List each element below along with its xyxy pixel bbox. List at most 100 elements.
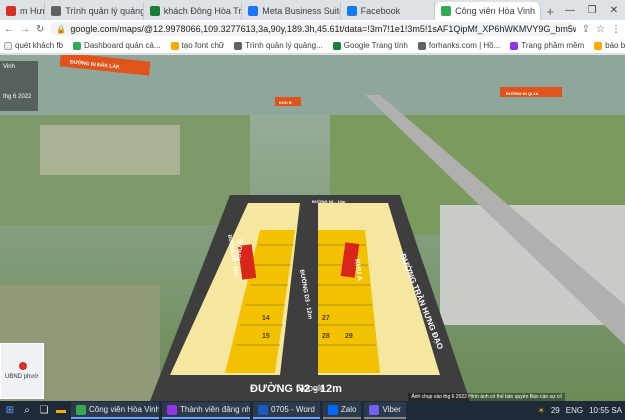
taskbar-app-label: Thành viên đăng nhậ... (180, 405, 250, 414)
tab-label: Trình quản lý quảng (65, 6, 144, 16)
tab-1[interactable]: Trình quản lý quảng (45, 2, 144, 20)
bookmark-item[interactable]: tạo font chữ (170, 41, 225, 50)
viber-icon (369, 404, 380, 415)
tab-favicon (6, 6, 16, 16)
photo-title: Vinh (3, 64, 15, 70)
lock-icon: 🔒 (56, 24, 67, 34)
taskbar-app[interactable]: Zalo (322, 402, 362, 419)
bookmark-label: Dashboard quản cá... (84, 41, 161, 50)
weather-temp[interactable]: 29 (551, 406, 560, 415)
tab-favicon (346, 6, 357, 16)
forward-icon[interactable]: → (20, 24, 30, 35)
reload-icon[interactable]: ↻ (36, 24, 44, 35)
bookmark-label: Google Trang tính (343, 41, 408, 50)
browser-toolbar: ← → ↻ 🔒 google.com/maps/@12.9978066,109.… (0, 20, 625, 38)
bookmark-item[interactable]: Trình quản lý quảng... (234, 41, 323, 50)
tab-label: Facebook (360, 6, 401, 16)
browser-tab-strip: m Hưng Trình quản lý quảng khách Đông Hò… (0, 0, 625, 20)
bookmark-label: Trang phầm mềm (521, 41, 585, 50)
star-icon[interactable]: ☆ (596, 24, 605, 35)
search-icon[interactable]: ⌕ (20, 404, 34, 418)
lot-number: 29 (345, 333, 353, 340)
tab-favicon (248, 6, 259, 16)
bookmark-icon (73, 41, 82, 50)
sign-right: ĐƯỜNG ĐI QL1A (506, 91, 539, 96)
lot-number: 15 (262, 333, 270, 340)
tab-favicon (149, 6, 160, 16)
bookmark-icon (510, 41, 519, 50)
taskbar-app[interactable]: Thành viên đăng nhậ... (162, 402, 250, 419)
bookmark-item[interactable]: Google Trang tính (332, 41, 408, 50)
aerial-image: KHU B KHU A ĐƯỜNG D3 - 12m ĐƯỜNG D5 - 13… (0, 55, 625, 401)
tab-label: Meta Business Suite (262, 6, 341, 16)
minimize-icon[interactable]: — (559, 5, 581, 16)
bookmark-icon (594, 41, 603, 50)
taskbar-app-label: Viber (382, 405, 401, 414)
file-explorer-icon[interactable]: ▬ (54, 404, 68, 418)
minimap[interactable]: UBND phườ (0, 343, 44, 399)
zalo-icon (327, 404, 338, 415)
tab-3[interactable]: Meta Business Suite (242, 2, 341, 20)
new-tab-button[interactable]: + (541, 2, 559, 20)
taskbar: ⊞ ⌕ ❏ ▬ Công viên Hòa Vinh -... Thành vi… (0, 401, 625, 420)
lot-number: 28 (322, 333, 330, 340)
bookmark-item[interactable]: quét khách fb (4, 41, 63, 50)
bookmark-item[interactable]: Trang phầm mềm (510, 41, 584, 50)
bookmark-item[interactable]: báo bốc (594, 41, 625, 50)
language-indicator[interactable]: ENG (566, 406, 583, 415)
app-icon (167, 404, 177, 415)
tab-4[interactable]: Facebook (341, 2, 436, 20)
bookmark-label: Trình quản lý quảng... (245, 41, 323, 50)
tab-2[interactable]: khách Đông Hòa Trun (144, 2, 243, 20)
tab-label: Công viên Hòa Vinh (455, 6, 535, 16)
tab-0[interactable]: m Hưng (0, 2, 46, 20)
bookmark-icon (417, 41, 426, 50)
menu-icon[interactable]: ⋮ (611, 24, 621, 35)
bookmark-icon (332, 41, 341, 50)
map-street-view[interactable]: KHU B KHU A ĐƯỜNG D3 - 12m ĐƯỜNG D5 - 13… (0, 55, 625, 401)
taskbar-app[interactable]: Viber (364, 402, 406, 419)
location-pin-icon (19, 362, 27, 370)
tab-favicon (441, 6, 452, 16)
photo-date: thg 6 2022 (3, 94, 32, 100)
taskbar-app-label: 0705 - Word (271, 405, 315, 414)
bookmark-item[interactable]: forhanks.com | Hồ... (417, 41, 501, 50)
tab-favicon (51, 6, 62, 16)
bookmark-icon (234, 41, 243, 50)
tab-label: khách Đông Hòa Trun (163, 6, 242, 16)
road-label-top: ĐƯỜNG N1 - 12m (312, 199, 346, 204)
bookmark-label: báo bốc (605, 41, 625, 50)
window-controls: — ❐ ✕ (559, 0, 625, 20)
photo-info-card[interactable]: Vinh thg 6 2022 (0, 61, 38, 111)
bookmark-label: quét khách fb (15, 41, 64, 50)
back-icon[interactable]: ← (4, 24, 14, 35)
weather-icon[interactable]: ☀ (538, 406, 545, 415)
word-icon (258, 404, 268, 415)
bookmark-label: tạo font chữ (181, 41, 225, 50)
tab-label: m Hưng (20, 6, 44, 16)
address-bar[interactable]: 🔒 google.com/maps/@12.9978066,109.327761… (50, 22, 576, 36)
sign-mid: KHU B (279, 100, 292, 105)
windows-start-icon[interactable]: ⊞ (3, 404, 17, 418)
share-icon[interactable]: ⇪ (582, 24, 590, 35)
close-icon[interactable]: ✕ (603, 5, 625, 16)
taskbar-app-label: Công viên Hòa Vinh -... (89, 405, 159, 414)
taskbar-app[interactable]: 0705 - Word (253, 402, 320, 419)
lot-number: 14 (262, 315, 270, 322)
bookmark-icon (4, 41, 12, 50)
address-url: google.com/maps/@12.9978066,109.3277613,… (70, 24, 575, 34)
task-view-icon[interactable]: ❏ (37, 404, 51, 418)
maximize-icon[interactable]: ❐ (581, 5, 603, 16)
bookmark-label: forhanks.com | Hồ... (428, 41, 501, 50)
bookmark-icon (170, 41, 179, 50)
google-watermark: Google (296, 383, 325, 393)
map-attribution[interactable]: Ảnh chụp vào thg 6 2022 Hình ảnh có thể … (408, 393, 565, 401)
clock[interactable]: 10:55 SA (589, 406, 622, 415)
bookmark-item[interactable]: Dashboard quản cá... (73, 41, 161, 50)
bookmarks-bar: quét khách fb Dashboard quản cá... tạo f… (0, 38, 625, 54)
tab-5-active[interactable]: Công viên Hòa Vinh ✕ (435, 2, 542, 20)
taskbar-app[interactable]: Công viên Hòa Vinh -... (71, 402, 159, 419)
system-tray: ☀ 29 ENG 10:55 SA (538, 406, 622, 415)
chrome-icon (76, 404, 86, 415)
minimap-label: UBND phườ (5, 374, 39, 380)
